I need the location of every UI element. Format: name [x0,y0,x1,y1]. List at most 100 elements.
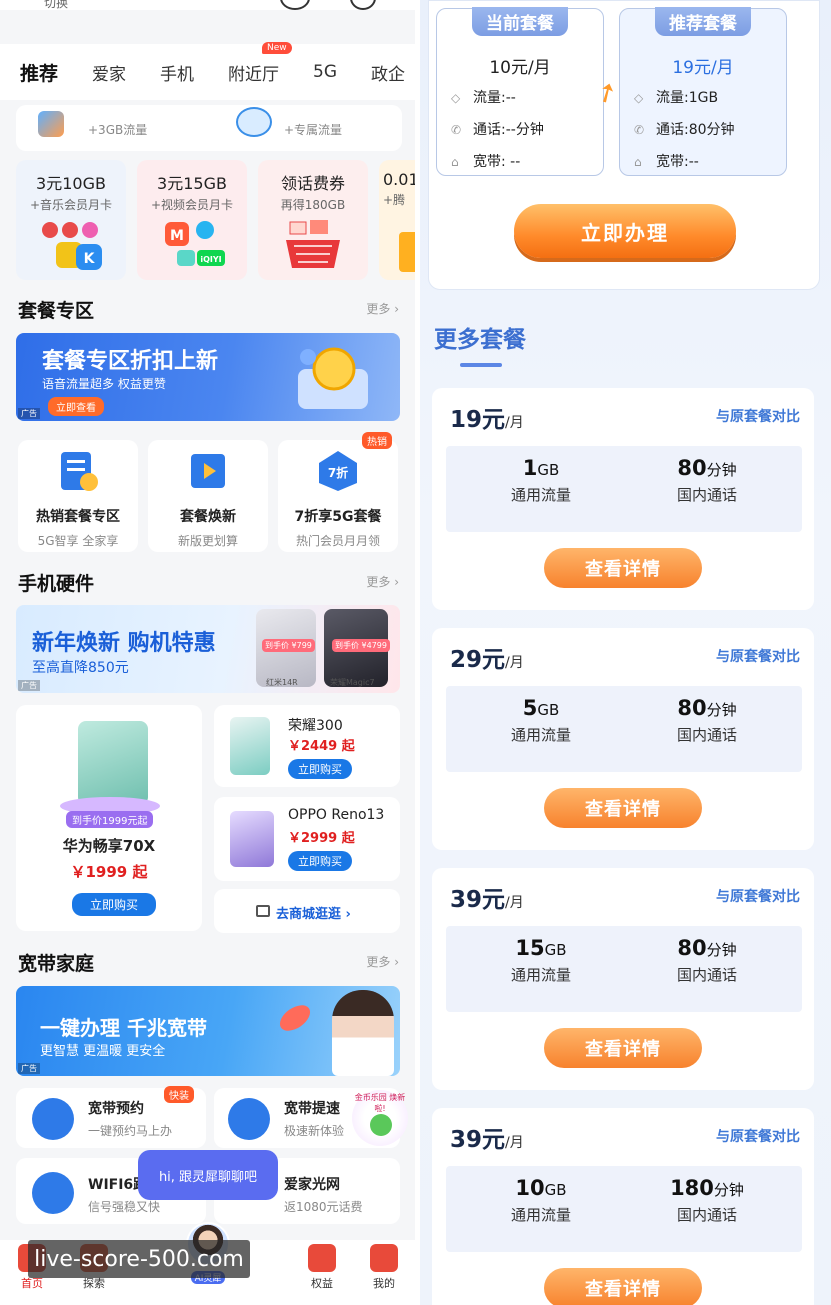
compare-link[interactable]: 与原套餐对比 [716,646,800,666]
promo-right-sub[interactable]: +专属流量 [284,121,342,138]
flow-unit: GB [544,941,567,959]
plan-price-unit: /月 [505,415,524,431]
current-plan-box: 当前套餐 10元/月 ◇ 流量:-- ✆ 通话:--分钟 ⌂ 宽带: -- [436,7,604,176]
message-icon[interactable] [280,0,310,10]
view-details-button[interactable]: 查看详情 [544,548,702,588]
bb-item-name: 宽带预约 [88,1101,144,1117]
view-details-button[interactable]: 查看详情 [544,788,702,828]
promo-tile-coupon[interactable]: 领话费券 再得180GB [258,160,368,280]
video-apps-icon: M iQIYI [165,221,225,266]
buy-now-button[interactable]: 立即购买 [72,893,157,916]
hw-section-more[interactable]: 更多 › [366,573,399,590]
call-amount: 80 [677,456,707,480]
call-value: 80分钟 [632,696,782,720]
tab-nearby[interactable]: 附近厅 New [228,41,292,85]
promo-price-tag: 到手价1999元起 [66,811,154,828]
switch-city-link[interactable]: 切换 [44,0,68,11]
plan-stats: 10GB 通用流量 180分钟 国内通话 [446,1166,802,1252]
tab-phone[interactable]: 手机 [160,60,194,85]
svg-text:M: M [170,228,184,244]
service-plan-refresh[interactable]: 套餐焕新 新版更划算 [148,440,268,552]
rec-broadband-row: ⌂ 宽带:-- [634,151,699,171]
ai-chat-bubble[interactable]: hi, 跟灵犀聊聊吧 [138,1150,278,1200]
plan-price: 39元/月 [450,1120,524,1154]
bb-item-sub: 信号强稳又快 [88,1200,161,1214]
bb-banner[interactable]: 一键办理 千兆宽带 更智慧 更温暖 更安全 广告 [16,986,400,1076]
tab-recommend[interactable]: 推荐 [20,59,58,86]
view-details-button[interactable]: 查看详情 [544,1268,702,1305]
service-5g-discount[interactable]: 热销 7折 7折享5G套餐 热门会员月月领 [278,432,398,552]
gold-coin-float[interactable]: 金币乐园 焕新啦! [352,1090,408,1146]
category-tabs: 推荐 爱家 手机 附近厅 New 5G 政企 [0,41,415,100]
apply-now-button[interactable]: 立即办理 [514,204,736,258]
flow-stat: 1GB 通用流量 [466,456,616,505]
call-value: 80分钟 [632,456,782,480]
exclusive-flow-icon [236,107,272,137]
bb-item-sub: 返1080元话费 [284,1200,363,1214]
service-icon[interactable] [350,0,376,10]
nav-explore-label: 探索 [83,1277,105,1290]
current-call-row: ✆ 通话:--分钟 [451,119,544,139]
plan-section-more[interactable]: 更多 › [366,300,399,317]
rec-broadband: 宽带:-- [656,154,699,170]
compare-link[interactable]: 与原套餐对比 [716,886,800,906]
compare-link[interactable]: 与原套餐对比 [716,1126,800,1146]
plan-banner-button[interactable]: 立即查看 [48,397,104,416]
promo-tile-tencent[interactable]: 0.01 +腾 [379,160,415,280]
tab-5g[interactable]: 5G [313,62,337,82]
buy-now-button[interactable]: 立即购买 [288,759,352,779]
tab-gov[interactable]: 政企 [371,60,405,85]
tab-home[interactable]: 爱家 [92,60,126,85]
current-flow: 流量:-- [473,90,516,106]
call-label: 国内通话 [676,726,737,744]
call-unit: 分钟 [713,1181,744,1199]
view-details-button[interactable]: 查看详情 [544,1028,702,1068]
flow-label: 通用流量 [510,486,571,504]
bb-item-name: 爱家光网 [284,1177,340,1193]
current-broadband: 宽带: -- [473,154,521,170]
plan-price-value: 29元 [450,647,506,673]
phone-price: ￥2449 起 [288,739,355,754]
plan-price-value: 39元 [450,1127,506,1153]
nav-mine[interactable]: 我的 [364,1244,404,1291]
flow-value: 5GB [466,696,616,720]
flow-value: 15GB [466,936,616,960]
bb-item-name: 宽带提速 [284,1101,340,1117]
plan-banner[interactable]: 套餐专区折扣上新 语音流量超多 权益更赞 立即查看 广告 [16,333,400,421]
call-label: 国内通话 [676,486,737,504]
plan-banner-sub: 语音流量超多 权益更赞 [42,377,166,391]
gift-icon [399,232,415,272]
mall-link[interactable]: 去商城逛逛 › [214,889,400,933]
phone-name: OPPO Reno13 [288,807,385,823]
service-name: 7折享5G套餐 [294,509,382,525]
flow-label: 通用流量 [510,966,571,984]
bb-section-more[interactable]: 更多 › [366,953,399,970]
call-amount: 180 [670,1176,714,1200]
spokesperson-image [332,990,394,1076]
service-name: 套餐焕新 [180,509,236,525]
phone-card-huawei[interactable]: 到手价1999元起 华为畅享70X ￥1999 起 立即购买 [16,705,202,931]
price-tag-1: 到手价 ¥799 [262,639,315,652]
promo-tile-video[interactable]: 3元15GB +视频会员月卡 M iQIYI [137,160,247,280]
buy-now-button[interactable]: 立即购买 [288,851,352,871]
recommended-plan-price: 19元/月 [672,58,734,78]
router-icon: ⌂ [451,155,459,169]
promo-tile-music[interactable]: 3元10GB +音乐会员月卡 K [16,160,126,280]
current-flow-row: ◇ 流量:-- [451,87,516,107]
flow-gift-icon [38,111,64,137]
compare-link[interactable]: 与原套餐对比 [716,406,800,426]
nav-rights[interactable]: 权益 [302,1244,342,1291]
hw-section-title: 手机硬件 [18,573,95,595]
phone-card-reno13[interactable]: OPPO Reno13 ￥2999 起 立即购买 [214,797,400,881]
svg-text:7折: 7折 [328,465,348,480]
rocket-icon [275,1000,315,1036]
promo-left-sub[interactable]: +3GB流量 [88,121,147,138]
hw-banner[interactable]: 新年焕新 购机特惠 至高直降850元 到手价 ¥799 到手价 ¥4799 红米… [16,605,400,693]
plan-price: 29元/月 [450,640,524,674]
bb-item-reserve[interactable]: 宽带预约 一键预约马上办 快装 [16,1086,206,1148]
rec-flow: 流量:1GB [656,90,719,106]
service-hot-plans[interactable]: 热销套餐专区 5G智享 全家享 [18,440,138,552]
plan-price-unit: /月 [505,1135,524,1151]
plan-price: 19元/月 [450,400,524,434]
phone-card-honor300[interactable]: 荣耀300 ￥2449 起 立即购买 [214,705,400,787]
